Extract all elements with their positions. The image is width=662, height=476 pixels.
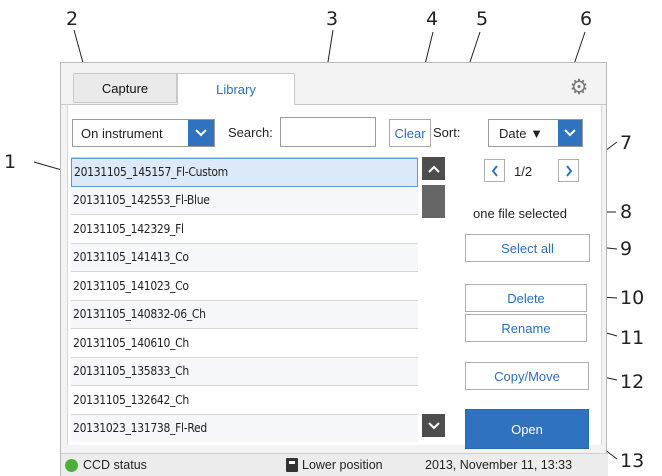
file-list-item[interactable]: 20131023_131738_Fl-Red bbox=[71, 414, 418, 442]
sort-select[interactable]: Date ▼ bbox=[488, 119, 583, 147]
search-input[interactable] bbox=[280, 117, 376, 147]
chevron-right-icon[interactable] bbox=[558, 159, 579, 182]
callout-number: 7 bbox=[620, 132, 633, 154]
selection-status: one file selected bbox=[473, 206, 567, 221]
callout-number: 5 bbox=[476, 8, 489, 30]
callout-number: 3 bbox=[326, 8, 339, 30]
date-time: 2013, November 11, 13:33 bbox=[425, 458, 573, 472]
callout-number: 12 bbox=[620, 371, 645, 393]
rename-button[interactable]: Rename bbox=[465, 314, 587, 342]
page-indicator: 1/2 bbox=[514, 164, 533, 179]
callout-number: 2 bbox=[66, 8, 79, 30]
file-list-item[interactable]: 20131105_135833_Ch bbox=[71, 357, 418, 386]
file-list-item[interactable]: 20131105_140610_Ch bbox=[71, 329, 418, 358]
library-screen: Capture Library ⚙ On instrument Search: … bbox=[60, 62, 608, 476]
callout-number: 1 bbox=[4, 151, 17, 173]
scrollbar-thumb[interactable] bbox=[422, 185, 445, 218]
chevron-down-icon[interactable] bbox=[558, 120, 582, 146]
location-select[interactable]: On instrument bbox=[72, 119, 215, 147]
file-list-item[interactable]: 20131105_141023_Co bbox=[71, 272, 418, 301]
callout-number: 10 bbox=[620, 287, 645, 309]
chevron-down-icon[interactable] bbox=[188, 120, 214, 146]
copy-move-button[interactable]: Copy/Move bbox=[465, 362, 589, 390]
sort-label: Sort: bbox=[433, 125, 461, 140]
callout-number: 11 bbox=[620, 327, 645, 349]
callout-number: 6 bbox=[580, 8, 593, 30]
callout-number: 13 bbox=[620, 450, 645, 472]
tray-icon bbox=[286, 458, 298, 472]
status-bar: CCD status Lower position 2013, November… bbox=[61, 453, 608, 476]
chevron-up-icon[interactable] bbox=[422, 157, 445, 180]
callout-number: 9 bbox=[620, 238, 633, 260]
sort-select-value: Date ▼ bbox=[499, 125, 543, 141]
file-list-item[interactable]: 20131105_142329_Fl bbox=[71, 215, 418, 244]
tray-position-label: Lower position bbox=[302, 458, 383, 472]
tab-capture[interactable]: Capture bbox=[73, 73, 177, 103]
chevron-left-icon[interactable] bbox=[484, 159, 505, 182]
gear-icon[interactable]: ⚙ bbox=[568, 77, 590, 99]
callout-number: 8 bbox=[620, 201, 633, 223]
location-select-value: On instrument bbox=[81, 125, 163, 141]
select-all-button[interactable]: Select all bbox=[465, 234, 590, 262]
chevron-down-icon[interactable] bbox=[422, 414, 445, 437]
search-label: Search: bbox=[228, 125, 273, 140]
ccd-status-label: CCD status bbox=[83, 458, 147, 472]
file-list-item[interactable]: 20131105_141413_Co bbox=[71, 243, 418, 272]
clear-button[interactable]: Clear bbox=[389, 119, 431, 147]
file-list-item[interactable]: 20131105_132642_Ch bbox=[71, 386, 418, 415]
callout-number: 4 bbox=[426, 8, 439, 30]
ccd-status-indicator bbox=[65, 459, 78, 472]
file-list-item[interactable]: 20131105_140832-06_Ch bbox=[71, 300, 418, 329]
delete-button[interactable]: Delete bbox=[465, 284, 587, 312]
file-list[interactable]: 20131105_145157_Fl-Custom 20131105_142553… bbox=[71, 157, 418, 442]
open-button[interactable]: Open bbox=[465, 409, 589, 449]
file-list-item[interactable]: 20131105_142553_Fl-Blue bbox=[71, 186, 418, 215]
tab-library[interactable]: Library bbox=[177, 73, 295, 105]
file-list-item[interactable]: 20131105_145157_Fl-Custom bbox=[71, 158, 418, 187]
